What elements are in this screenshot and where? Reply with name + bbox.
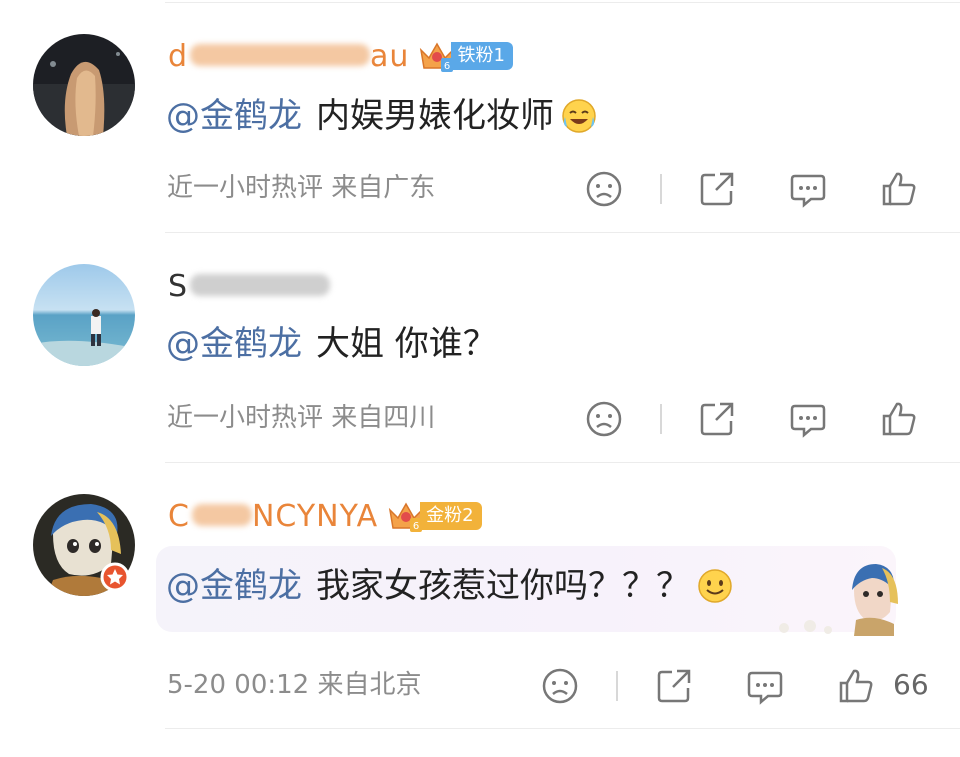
laughing-crying-emoji-icon bbox=[562, 99, 596, 133]
comment-2-actions: 近一小时热评 来自四川 bbox=[0, 398, 960, 438]
like-icon[interactable] bbox=[837, 667, 875, 705]
fan-badge[interactable]: 6 金粉2 bbox=[386, 501, 482, 532]
share-icon[interactable] bbox=[655, 667, 693, 705]
mention-link[interactable]: @金鹤龙 bbox=[166, 564, 302, 608]
comment-meta: 5-20 00:12 来自北京 bbox=[167, 670, 422, 700]
smile-emoji-icon bbox=[698, 569, 732, 603]
comment-1-actions: 近一小时热评 来自广东 bbox=[0, 168, 960, 208]
bubble-decoration-icon bbox=[779, 564, 898, 636]
comment-1-text: @金鹤龙 内娱男婊化妆师 bbox=[166, 94, 598, 138]
dislike-face-icon[interactable] bbox=[585, 400, 623, 438]
like-icon[interactable] bbox=[880, 400, 918, 438]
avatar[interactable] bbox=[33, 264, 135, 366]
share-icon[interactable] bbox=[698, 170, 736, 208]
comment-3-name-row: C NCYNYA 6 金粉2 bbox=[168, 496, 482, 536]
fan-badge-label: 金粉2 bbox=[420, 502, 482, 530]
mention-link[interactable]: @金鹤龙 bbox=[166, 94, 302, 138]
dislike-face-icon[interactable] bbox=[585, 170, 623, 208]
avatar[interactable] bbox=[33, 34, 135, 136]
username[interactable]: S bbox=[168, 269, 331, 304]
comment-3-text: @金鹤龙 我家女孩惹过你吗？？？ bbox=[166, 564, 734, 608]
fan-badge[interactable]: 6 铁粉1 bbox=[417, 41, 513, 72]
comment-3-actions: 5-20 00:12 来自北京 66 bbox=[0, 665, 960, 705]
divider-bar bbox=[616, 671, 618, 701]
verified-badge-icon bbox=[100, 562, 130, 592]
comment-meta: 近一小时热评 来自广东 bbox=[167, 173, 436, 203]
dislike-face-icon[interactable] bbox=[541, 667, 579, 705]
mention-link[interactable]: @金鹤龙 bbox=[166, 322, 302, 366]
comment-text: 大姐 你谁？ bbox=[316, 324, 497, 364]
comment-meta: 近一小时热评 来自四川 bbox=[167, 403, 436, 433]
comment-icon[interactable] bbox=[789, 400, 827, 438]
svg-text:6: 6 bbox=[444, 61, 450, 72]
divider bbox=[165, 462, 960, 463]
comment-text: 我家女孩惹过你吗？？？ bbox=[316, 566, 690, 606]
username[interactable]: C NCYNYA bbox=[168, 499, 378, 534]
comment-2-name-row: S bbox=[168, 266, 331, 306]
comment-icon[interactable] bbox=[789, 170, 827, 208]
divider-top bbox=[165, 2, 960, 3]
fan-badge-label: 铁粉1 bbox=[451, 42, 513, 70]
username[interactable]: d au bbox=[168, 39, 409, 74]
svg-text:6: 6 bbox=[413, 521, 419, 532]
comment-1-name-row: d au 6 铁粉1 bbox=[168, 36, 513, 76]
comment-2-text: @金鹤龙 大姐 你谁？ bbox=[166, 322, 497, 366]
divider-bar bbox=[660, 404, 662, 434]
like-icon[interactable] bbox=[880, 170, 918, 208]
comment-text: 内娱男婊化妆师 bbox=[316, 96, 554, 136]
share-icon[interactable] bbox=[698, 400, 736, 438]
divider-bar bbox=[660, 174, 662, 204]
comment-icon[interactable] bbox=[746, 667, 784, 705]
like-count: 66 bbox=[893, 668, 929, 701]
divider bbox=[165, 232, 960, 233]
divider bbox=[165, 728, 960, 729]
